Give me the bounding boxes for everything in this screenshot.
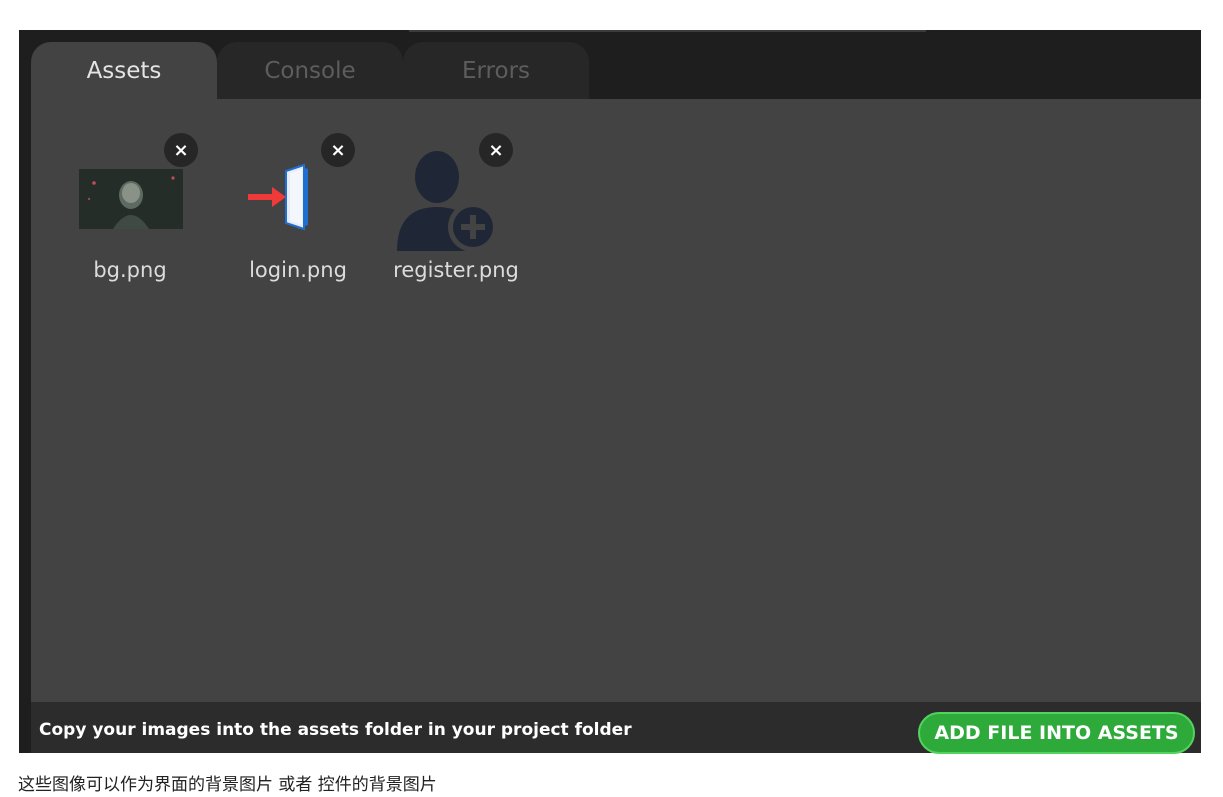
- tab-console[interactable]: Console: [217, 42, 403, 99]
- remove-asset-bg-button[interactable]: ×: [164, 133, 198, 167]
- asset-label-login: login.png: [249, 258, 347, 282]
- assets-panel: × bg.png × login.png × register.png: [31, 99, 1201, 702]
- caption-text: 这些图像可以作为界面的背景图片 或者 控件的背景图片: [18, 775, 437, 795]
- remove-asset-login-button[interactable]: ×: [321, 133, 355, 167]
- close-icon: ×: [173, 139, 189, 161]
- asset-label-bg: bg.png: [93, 258, 167, 282]
- tab-errors[interactable]: Errors: [403, 42, 589, 99]
- top-divider: [409, 30, 926, 32]
- image-thumbnail-icon: [79, 169, 183, 229]
- assets-footer: Copy your images into the assets folder …: [31, 702, 1201, 754]
- user-add-icon: [391, 147, 501, 252]
- close-icon: ×: [330, 139, 346, 161]
- footer-hint: Copy your images into the assets folder …: [39, 720, 632, 740]
- asset-label-register: register.png: [393, 258, 519, 282]
- login-door-arrow-icon: [246, 163, 328, 233]
- assets-window: Assets Console Errors × bg.png × login.p…: [19, 30, 1201, 754]
- add-file-button[interactable]: ADD FILE INTO ASSETS: [918, 712, 1195, 754]
- tab-bar: Assets Console Errors: [31, 42, 589, 99]
- tab-assets[interactable]: Assets: [31, 42, 217, 99]
